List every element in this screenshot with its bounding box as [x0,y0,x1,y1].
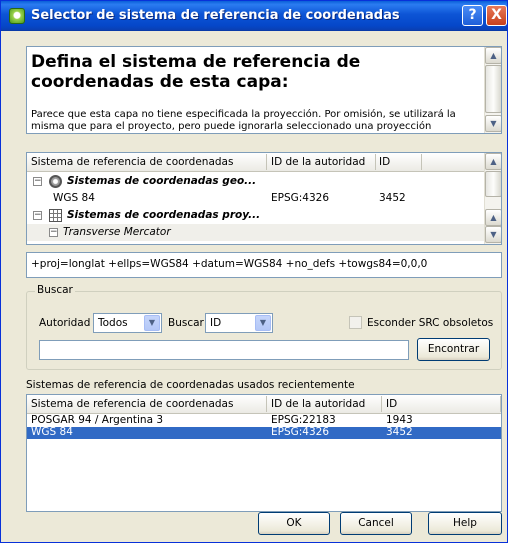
crs-tree[interactable]: Sistema de referencia de coordenadas ID … [26,152,502,245]
tree-id: 3452 [379,192,406,204]
hide-deprecated-label: Esconder SRC obsoletos [367,317,494,329]
ok-button[interactable]: OK [258,512,330,535]
authority-label: Autoridad [39,317,91,329]
column-header-crs[interactable]: Sistema de referencia de coordenadas [31,156,233,168]
header-description: Parece que esta capa no tiene especifica… [31,109,456,132]
qgis-app-icon [9,8,25,24]
tree-row-projected[interactable]: − Sistemas de coordenadas proy... [27,207,485,224]
tree-label: Sistemas de coordenadas proy... [67,209,261,221]
column-header-id[interactable]: ID [379,156,390,168]
header-title: Defina el sistema de referencia de coord… [31,52,361,92]
close-title-button[interactable]: X [486,5,507,26]
proj-string-display: +proj=longlat +ellps=WGS84 +datum=WGS84 … [26,252,502,278]
window-title: Selector de sistema de referencia de coo… [31,8,400,23]
recent-name: POSGAR 94 / Argentina 3 [31,414,164,426]
tree-authority: EPSG:4326 [271,192,330,204]
cancel-button[interactable]: Cancel [340,512,412,535]
scroll-thumb[interactable] [485,171,501,197]
recent-row-wgs84[interactable]: WGS 84 EPSG:4326 3452 [27,426,501,439]
collapse-icon[interactable]: − [49,228,58,237]
chevron-down-icon[interactable]: ▼ [255,315,271,331]
header-panel: Defina el sistema de referencia de coord… [26,46,502,134]
scroll-thumb[interactable] [485,65,501,113]
scroll-up-icon[interactable]: ▲ [485,153,501,170]
search-by-select[interactable]: ID ▼ [205,313,273,333]
recent-name: WGS 84 [31,426,73,438]
chevron-down-icon[interactable]: ▼ [144,315,160,331]
tree-label: Sistemas de coordenadas geo... [67,175,257,187]
tree-label: Transverse Mercator [63,226,171,238]
column-header-id[interactable]: ID [386,398,397,410]
scroll-up-icon[interactable]: ▲ [485,47,501,64]
scroll-up-icon[interactable]: ▲ [485,209,501,226]
collapse-icon[interactable]: − [33,177,42,186]
search-group: Buscar Autoridad Todos ▼ Buscar ID ▼ Esc… [26,284,502,370]
hide-deprecated-checkbox[interactable] [349,316,362,329]
tree-label: WGS 84 [53,192,95,204]
globe-icon [49,175,62,188]
recent-row-posgar[interactable]: POSGAR 94 / Argentina 3 EPSG:22183 1943 [27,414,501,427]
tree-row-geographic[interactable]: − Sistemas de coordenadas geo... [27,173,485,190]
column-header-authority[interactable]: ID de la autoridad [271,398,365,410]
recent-authority: EPSG:22183 [271,414,336,426]
recent-authority: EPSG:4326 [271,426,330,438]
search-by-label: Buscar [168,317,204,329]
column-header-crs[interactable]: Sistema de referencia de coordenadas [31,398,233,410]
recent-crs-label: Sistemas de referencia de coordenadas us… [26,379,355,391]
authority-value: Todos [98,317,128,329]
title-bar[interactable]: Selector de sistema de referencia de coo… [1,1,507,31]
search-group-title: Buscar [35,284,75,296]
collapse-icon[interactable]: − [33,211,42,220]
crs-tree-scrollbar[interactable]: ▲ ▲ ▼ [484,153,501,244]
recent-crs-header: Sistema de referencia de coordenadas ID … [27,395,501,414]
search-query-input[interactable] [39,340,409,360]
help-title-button[interactable]: ? [462,5,483,26]
crs-tree-header: Sistema de referencia de coordenadas ID … [27,153,485,172]
find-button[interactable]: Encontrar [417,338,490,361]
authority-select[interactable]: Todos ▼ [93,313,162,333]
recent-id: 1943 [386,414,413,426]
recent-id: 3452 [386,426,413,438]
scroll-down-icon[interactable]: ▼ [485,226,501,243]
grid-icon [49,209,62,222]
crs-selector-dialog: Selector de sistema de referencia de coo… [0,0,508,543]
tree-row-wgs84[interactable]: WGS 84 EPSG:4326 3452 [27,190,485,207]
scroll-down-icon[interactable]: ▼ [485,115,501,132]
header-scrollbar[interactable]: ▲ ▼ [484,47,501,133]
recent-crs-list[interactable]: Sistema de referencia de coordenadas ID … [26,394,502,512]
column-header-authority[interactable]: ID de la autoridad [271,156,365,168]
help-button[interactable]: Help [428,512,502,535]
search-by-value: ID [210,317,222,329]
tree-row-transverse-mercator[interactable]: − Transverse Mercator [27,224,485,241]
